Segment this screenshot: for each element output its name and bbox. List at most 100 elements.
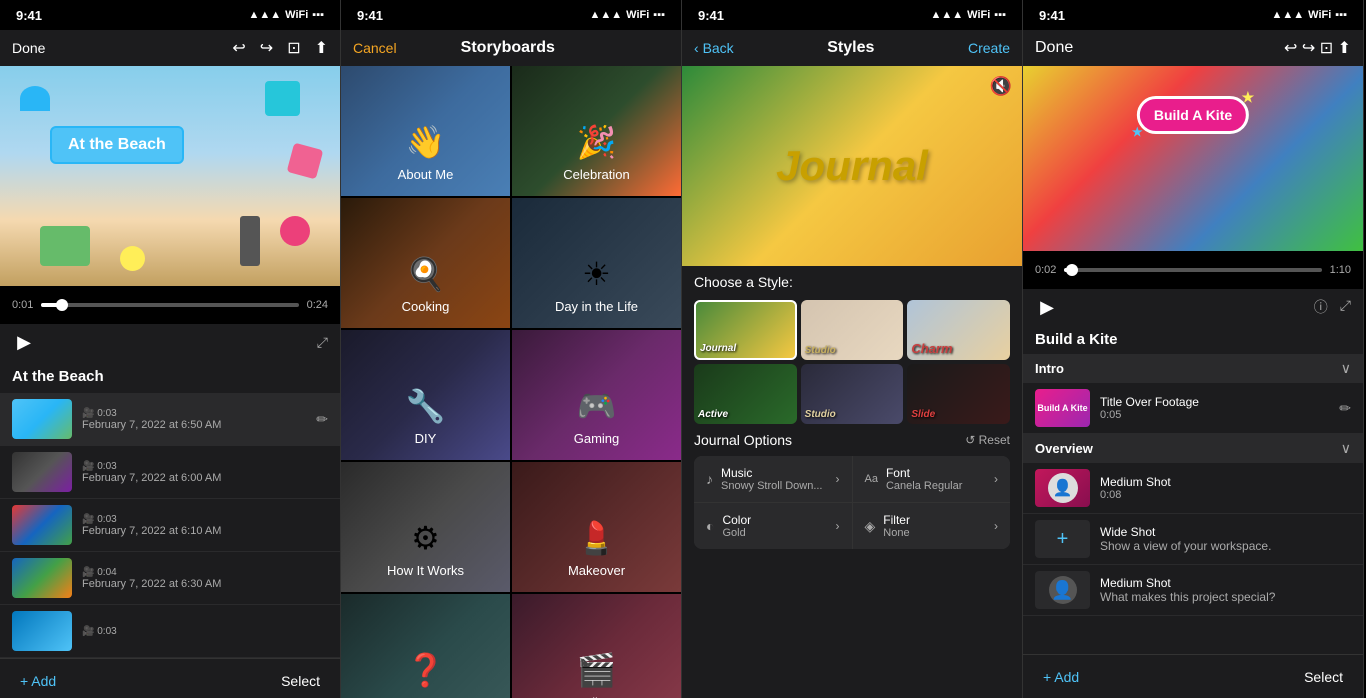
option-music-info: Music Snowy Stroll Down... xyxy=(721,466,828,492)
sb-label-makeover: Makeover xyxy=(568,563,625,578)
option-music-name: Music xyxy=(721,466,828,480)
option-color-name: Color xyxy=(722,513,827,527)
option-music[interactable]: ♪ Music Snowy Stroll Down... › xyxy=(694,456,852,502)
option-font-info: Font Canela Regular xyxy=(886,466,986,492)
sb-item-film[interactable]: 🎬 Film xyxy=(512,594,681,698)
toolbar-icons-1: ↩ ↪ ⊡ ⬆ xyxy=(232,38,328,58)
shot-title-over-footage[interactable]: Build A Kite Title Over Footage 0:05 ✏ xyxy=(1023,383,1363,434)
plus-icon-wide: + xyxy=(1057,528,1069,551)
style-thumb-studio2[interactable]: Studio xyxy=(801,364,904,424)
clip-info-3: 🎥 0:04 February 7, 2022 at 6:30 AM xyxy=(82,567,328,590)
sb-item-how-it-works[interactable]: ⚙ How It Works xyxy=(341,462,510,592)
clip-camera-3: 🎥 0:04 xyxy=(82,567,328,578)
project-title-1: At the Beach xyxy=(0,360,340,393)
clip-date-1: February 7, 2022 at 6:00 AM xyxy=(82,472,328,484)
shot-duration-0: 0:05 xyxy=(1100,409,1329,421)
sb-item-cooking[interactable]: 🍳 Cooking xyxy=(341,198,510,328)
shot-edit-0[interactable]: ✏ xyxy=(1339,400,1351,417)
style-thumb-journal[interactable]: Journal xyxy=(694,300,797,360)
style-thumb-slide[interactable]: Slide xyxy=(907,364,1010,424)
clip-edit-0[interactable]: ✏ xyxy=(316,411,328,428)
crop-icon-4[interactable]: ⊡ xyxy=(1320,40,1333,57)
video-preview-4: Build A Kite xyxy=(1023,66,1363,251)
option-color[interactable]: ◐ Color Gold › xyxy=(694,503,852,549)
section-overview[interactable]: Overview ∨ xyxy=(1023,434,1363,463)
wifi-icon-3: WiFi xyxy=(967,9,990,21)
style-label-charm: Charm xyxy=(911,341,952,356)
sb-item-about-me[interactable]: 👋 About Me xyxy=(341,66,510,196)
play-button-1[interactable]: ▶ xyxy=(12,330,36,354)
redo-icon-4[interactable]: ↪ xyxy=(1302,40,1315,57)
sb-item-qa[interactable]: ❓ Q&A xyxy=(341,594,510,698)
sb-label-how-it-works: How It Works xyxy=(387,563,464,578)
done-button-4[interactable]: Done xyxy=(1035,39,1073,57)
status-icons-4: ▲▲▲ WiFi ▪▪▪ xyxy=(1272,9,1348,21)
style-label-studio: Studio xyxy=(805,345,836,356)
sb-item-celebration[interactable]: 🎉 Celebration xyxy=(512,66,681,196)
clip-item-2[interactable]: 🎥 0:03 February 7, 2022 at 6:10 AM xyxy=(0,499,340,552)
about-me-icon: 👋 xyxy=(406,123,446,161)
option-filter-value: None xyxy=(883,527,986,539)
create-button-3[interactable]: Create xyxy=(968,40,1010,56)
deco-pink-circle xyxy=(280,216,310,246)
select-button-4[interactable]: Select xyxy=(1304,669,1343,685)
options-reset-button[interactable]: ↺ Reset xyxy=(965,433,1010,447)
mute-icon-3[interactable]: 🔇 xyxy=(990,76,1012,97)
deco-yellow-circle xyxy=(120,246,145,271)
crop-icon-1[interactable]: ⊡ xyxy=(287,38,300,58)
undo-icon-4[interactable]: ↩ xyxy=(1284,40,1297,57)
kite-title-overlay: Build A Kite xyxy=(1137,96,1249,134)
shot-add-thumb-medium2: 👤 xyxy=(1035,571,1090,609)
play-button-4[interactable]: ▶ xyxy=(1035,295,1059,319)
add-button-1[interactable]: + Add xyxy=(20,673,56,689)
clip-camera-1: 🎥 0:03 xyxy=(82,461,328,472)
timeline-track-1[interactable] xyxy=(41,303,298,307)
clip-item-4[interactable]: 🎥 0:03 xyxy=(0,605,340,658)
wifi-icon-2: WiFi xyxy=(626,9,649,21)
clip-item-0[interactable]: 🎥 0:03 February 7, 2022 at 6:50 AM ✏ xyxy=(0,393,340,446)
option-font[interactable]: Aa Font Canela Regular › xyxy=(853,456,1011,502)
done-button-1[interactable]: Done xyxy=(12,40,45,56)
clip-item-1[interactable]: 🎥 0:03 February 7, 2022 at 6:00 AM xyxy=(0,446,340,499)
sb-item-gaming[interactable]: 🎮 Gaming xyxy=(512,330,681,460)
timeline-track-4[interactable] xyxy=(1064,268,1321,272)
options-label: Journal Options xyxy=(694,432,792,448)
style-thumb-studio[interactable]: Studio xyxy=(801,300,904,360)
sb-item-day-in-life[interactable]: ☀ Day in the Life xyxy=(512,198,681,328)
section-intro[interactable]: Intro ∨ xyxy=(1023,354,1363,383)
option-filter[interactable]: ◈ Filter None › xyxy=(853,503,1011,549)
clip-thumb-1 xyxy=(12,452,72,492)
status-icons-3: ▲▲▲ WiFi ▪▪▪ xyxy=(931,9,1007,21)
add-button-4[interactable]: + Add xyxy=(1043,669,1079,685)
share-icon-4[interactable]: ⬆ xyxy=(1338,40,1351,57)
sb-item-makeover[interactable]: 💄 Makeover xyxy=(512,462,681,592)
time-end-4: 1:10 xyxy=(1330,264,1351,276)
back-button-3[interactable]: ‹ Back xyxy=(694,40,734,56)
style-thumb-active[interactable]: Active xyxy=(694,364,797,424)
style-label-slide: Slide xyxy=(911,409,935,420)
clip-item-3[interactable]: 🎥 0:04 February 7, 2022 at 6:30 AM xyxy=(0,552,340,605)
select-button-1[interactable]: Select xyxy=(281,673,320,689)
undo-icon-1[interactable]: ↩ xyxy=(232,38,245,58)
fullscreen-button-1[interactable]: ⤢ xyxy=(317,334,328,351)
shot-wide-shot[interactable]: + Wide Shot Show a view of your workspac… xyxy=(1023,514,1363,565)
redo-icon-1[interactable]: ↪ xyxy=(260,38,273,58)
share-icon-1[interactable]: ⬆ xyxy=(315,38,328,58)
sb-item-diy[interactable]: 🔧 DIY xyxy=(341,330,510,460)
signal-icon-3: ▲▲▲ xyxy=(931,9,964,21)
shot-medium-shot[interactable]: 👤 Medium Shot 0:08 xyxy=(1023,463,1363,514)
shot-desc-wide: Show a view of your workspace. xyxy=(1100,539,1351,553)
info-icon-4[interactable]: ⓘ xyxy=(1314,297,1328,317)
sb-label-cooking: Cooking xyxy=(402,299,450,314)
storyboard-grid: 👋 About Me 🎉 Celebration 🍳 Cooking ☀ Day… xyxy=(341,66,681,698)
options-section: Journal Options ↺ Reset ♪ Music Snowy St… xyxy=(682,424,1022,557)
style-thumb-charm[interactable]: Charm xyxy=(907,300,1010,360)
kite-bubble-text: Build A Kite xyxy=(1137,96,1249,134)
shot-info-wide: Wide Shot Show a view of your workspace. xyxy=(1100,525,1351,553)
battery-icon-1: ▪▪▪ xyxy=(312,9,324,21)
clip-camera-2: 🎥 0:03 xyxy=(82,514,328,525)
cancel-button-2[interactable]: Cancel xyxy=(353,40,397,56)
fullscreen-icon-4[interactable]: ⤢ xyxy=(1340,297,1351,317)
project-title-4: Build a Kite xyxy=(1023,325,1363,354)
shot-medium-shot2[interactable]: 👤 Medium Shot What makes this project sp… xyxy=(1023,565,1363,616)
